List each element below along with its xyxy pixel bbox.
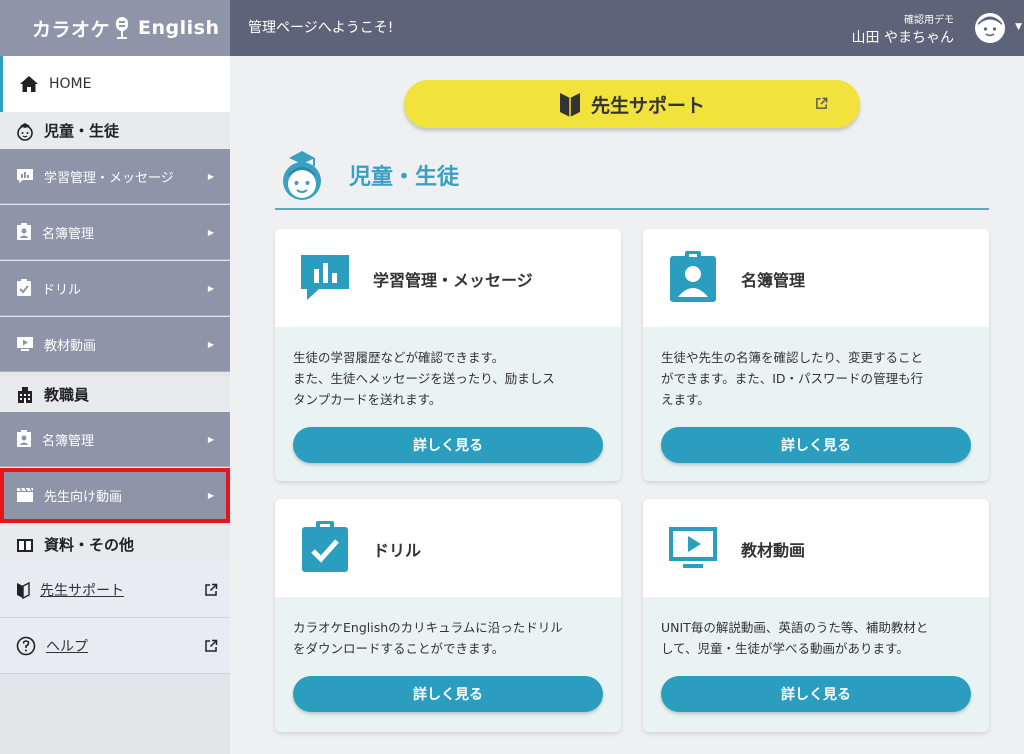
- clipboard-check-icon: [302, 521, 348, 572]
- sidebar-section-staff: 教職員: [0, 376, 230, 413]
- id-badge-icon: [670, 251, 716, 302]
- sidebar-section-students: 児童・生徒: [0, 112, 230, 149]
- sidebar-section-label: 資料・その他: [44, 536, 135, 554]
- chevron-right-icon: ▶: [207, 171, 214, 181]
- chevron-right-icon: ▶: [207, 434, 214, 444]
- book-icon: [17, 538, 33, 552]
- chart-message-icon: [17, 169, 33, 183]
- card-title: 学習管理・メッセージ: [373, 271, 533, 290]
- sidebar-item-label: 教材動画: [44, 338, 97, 354]
- sidebar-item-label: ドリル: [42, 282, 82, 298]
- sidebar-item-help[interactable]: ヘルプ: [0, 618, 230, 674]
- video-screen-icon: [669, 527, 717, 568]
- section-title: 児童・生徒: [349, 165, 460, 190]
- card-description: カラオケEnglishのカリキュラムに沿ったドリル をダウンロードすることができ…: [293, 620, 563, 656]
- chevron-down-icon[interactable]: ▼: [1015, 22, 1022, 32]
- sidebar-item-label: 先生向け動画: [44, 489, 123, 505]
- sidebar-item-learning-messages[interactable]: 学習管理・メッセージ ▶: [0, 149, 230, 204]
- support-button-label: 先生サポート: [590, 94, 705, 117]
- avatar-icon[interactable]: [974, 12, 1006, 44]
- card-description: UNIT毎の解説動画、英語のうた等、補助教材と して、児童・生徒が学べる動画があ…: [661, 620, 929, 656]
- details-button[interactable]: 詳しく見る: [293, 676, 603, 712]
- card-title: ドリル: [373, 541, 422, 560]
- card-description: 生徒の学習履歴などが確認できます。 また、生徒へメッセージを送ったり、励ましス …: [293, 350, 555, 407]
- sidebar: HOME 児童・生徒 学習管理・メッセージ ▶ 名簿管理 ▶ ドリル ▶ 教材動…: [0, 56, 230, 754]
- sidebar-item-label: 先生サポート: [40, 582, 124, 599]
- id-badge-icon: [17, 223, 31, 240]
- sidebar-item-label: ヘルプ: [46, 638, 88, 655]
- sidebar-item-label: HOME: [49, 76, 92, 92]
- details-button[interactable]: 詳しく見る: [661, 676, 971, 712]
- chevron-right-icon: ▶: [207, 227, 214, 237]
- card-learning-messages: 学習管理・メッセージ 生徒の学習履歴などが確認できます。 また、生徒へメッセージ…: [275, 229, 621, 481]
- chevron-right-icon: ▶: [207, 490, 214, 500]
- sidebar-item-student-roster[interactable]: 名簿管理 ▶: [0, 205, 230, 260]
- logo-text-right: English: [138, 17, 220, 39]
- card-title: 名簿管理: [741, 271, 806, 290]
- sidebar-item-staff-roster[interactable]: 名簿管理 ▶: [0, 412, 230, 467]
- sidebar-section-materials: 資料・その他: [0, 526, 230, 563]
- clapperboard-icon: [17, 487, 33, 502]
- sidebar-item-label: 名簿管理: [42, 226, 95, 242]
- welcome-text: 管理ページへようこそ!: [248, 20, 394, 36]
- beginner-mark-icon: [559, 93, 580, 117]
- user-subtitle: 確認用デモ: [904, 15, 954, 26]
- card-drill: ドリル カラオケEnglishのカリキュラムに沿ったドリル をダウンロードするこ…: [275, 499, 621, 732]
- details-button[interactable]: 詳しく見る: [661, 427, 971, 463]
- clipboard-check-icon: [17, 279, 31, 296]
- sidebar-section-label: 教職員: [44, 386, 90, 404]
- user-name: 山田 やまちゃん: [851, 30, 954, 46]
- id-badge-icon: [17, 430, 31, 447]
- card-title: 教材動画: [741, 541, 806, 560]
- building-icon: [18, 386, 32, 403]
- external-link-icon: [205, 639, 218, 652]
- section-header-students: 児童・生徒: [275, 146, 989, 210]
- sidebar-item-teacher-support[interactable]: 先生サポート: [0, 562, 230, 618]
- external-link-icon: [816, 97, 828, 109]
- sidebar-section-label: 児童・生徒: [44, 122, 120, 140]
- logo-text-left: カラオケ: [32, 18, 111, 41]
- teacher-support-button[interactable]: 先生サポート: [404, 80, 860, 128]
- top-bar: 管理ページへようこそ! 確認用デモ 山田 やまちゃん ▼: [230, 0, 1024, 56]
- microphone-icon: [112, 16, 132, 40]
- card-material-videos: 教材動画 UNIT毎の解説動画、英語のうた等、補助教材と して、児童・生徒が学べ…: [643, 499, 989, 732]
- card-description: 生徒や先生の名簿を確認したり、変更すること ができます。また、ID・パスワードの…: [661, 350, 924, 407]
- details-button[interactable]: 詳しく見る: [293, 427, 603, 463]
- sidebar-item-teacher-videos[interactable]: 先生向け動画 ▶: [0, 468, 230, 523]
- home-icon: [20, 76, 38, 92]
- help-circle-icon: [16, 636, 36, 655]
- student-icon: [17, 122, 33, 141]
- chevron-right-icon: ▶: [207, 339, 214, 349]
- sidebar-item-label: 学習管理・メッセージ: [44, 170, 174, 186]
- chart-message-icon: [301, 255, 349, 300]
- sidebar-item-home[interactable]: HOME: [0, 56, 230, 112]
- chevron-right-icon: ▶: [207, 283, 214, 293]
- sidebar-item-material-videos[interactable]: 教材動画 ▶: [0, 317, 230, 372]
- student-icon: [283, 151, 321, 200]
- beginner-mark-icon: [17, 581, 30, 599]
- external-link-icon: [205, 583, 218, 596]
- video-screen-icon: [17, 337, 33, 351]
- card-student-roster: 名簿管理 生徒や先生の名簿を確認したり、変更すること ができます。また、ID・パ…: [643, 229, 989, 481]
- app-logo[interactable]: カラオケ English: [0, 0, 230, 56]
- sidebar-item-drill[interactable]: ドリル ▶: [0, 261, 230, 316]
- sidebar-item-label: 名簿管理: [42, 433, 95, 449]
